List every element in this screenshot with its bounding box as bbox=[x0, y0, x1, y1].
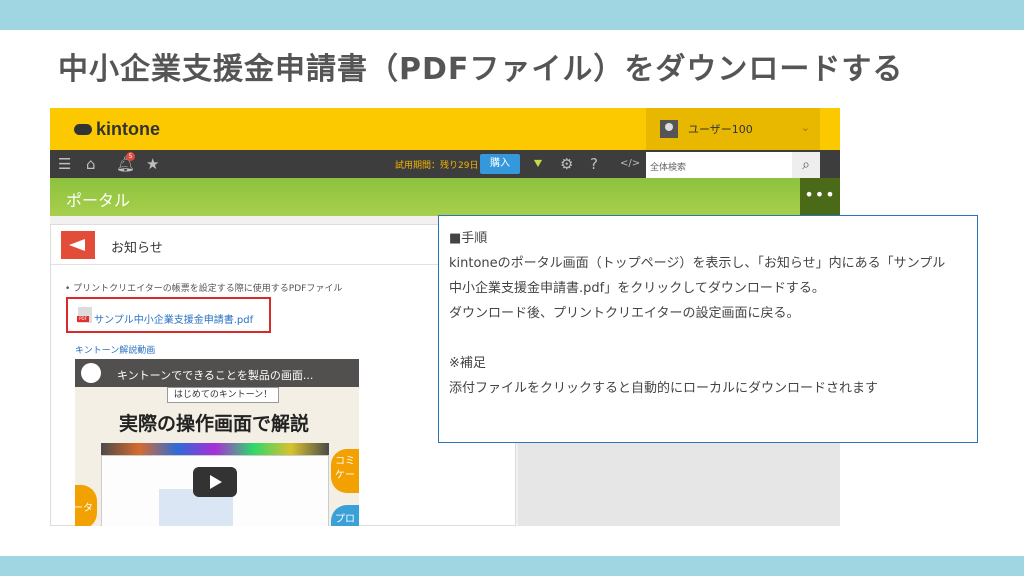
megaphone-icon bbox=[61, 231, 95, 259]
user-menu[interactable]: ユーザー100 ⌄ bbox=[646, 108, 820, 150]
callout-heading: ■手順 bbox=[449, 231, 488, 246]
play-icon[interactable] bbox=[193, 467, 237, 497]
trial-status: 試用期間：残り29日 bbox=[395, 161, 479, 171]
callout-line: kintoneのポータル画面（トップページ）を表示し、「お知らせ」内にある「サン… bbox=[449, 256, 946, 271]
news-title: お知らせ bbox=[111, 241, 163, 256]
kintone-logo[interactable]: kintone bbox=[74, 119, 160, 140]
slide-title: 中小企業支援金申請書（PDFファイル）をダウンロードする bbox=[58, 52, 904, 87]
channel-avatar bbox=[81, 363, 101, 383]
video-side-tag-left: ータ bbox=[75, 485, 97, 526]
home-icon[interactable]: ⌂ bbox=[86, 154, 96, 174]
video-title-bar: キントーンでできることを製品の画面... bbox=[75, 359, 359, 387]
video-subtitle: はじめてのキントーン！ bbox=[167, 387, 279, 403]
chevron-down-icon: ⌄ bbox=[800, 121, 810, 134]
video-title: キントーンでできることを製品の画面... bbox=[117, 369, 314, 382]
buy-button[interactable]: 購入 bbox=[480, 154, 520, 174]
star-icon[interactable]: ★ bbox=[146, 154, 159, 174]
kintone-header: kintone ユーザー100 ⌄ bbox=[50, 108, 840, 150]
portal-bar: ポータル ••• bbox=[50, 178, 840, 216]
video-link[interactable]: キントーン解説動画 bbox=[75, 343, 155, 356]
beginner-icon[interactable]: ⯆ bbox=[532, 154, 544, 174]
search-input[interactable]: 全体検索 bbox=[646, 152, 792, 178]
bottom-band bbox=[0, 556, 1024, 576]
notification-badge: 5 bbox=[126, 152, 135, 161]
portal-title: ポータル bbox=[66, 191, 131, 210]
help-icon[interactable]: ? bbox=[590, 154, 598, 174]
video-thumbnail-strip bbox=[101, 443, 329, 455]
top-band bbox=[0, 0, 1024, 30]
file-link[interactable]: サンプル中小企業支援金申請書.pdf bbox=[94, 311, 253, 326]
gear-icon[interactable]: ⚙ bbox=[560, 154, 573, 174]
menu-icon[interactable]: ☰ bbox=[58, 154, 71, 174]
cloud-icon bbox=[74, 124, 92, 135]
user-name: ユーザー100 bbox=[688, 123, 753, 136]
callout-spacer bbox=[449, 326, 967, 351]
callout-line: 中小企業支援金申請書.pdf」をクリックしてダウンロードする。 bbox=[449, 281, 825, 296]
avatar bbox=[660, 120, 678, 138]
video-player[interactable]: キントーンでできることを製品の画面... はじめてのキントーン！ 実際の操作画面… bbox=[75, 359, 359, 526]
file-highlight: PDF サンプル中小企業支援金申請書.pdf bbox=[66, 297, 271, 333]
news-bullet: • プリントクリエイターの帳票を設定する際に使用するPDFファイル bbox=[65, 284, 343, 294]
search-icon[interactable]: ⌕ bbox=[792, 152, 820, 178]
kintone-toolbar: ☰ ⌂ 🔔︎ 5 ★ 試用期間：残り29日 購入 ⯆ ⚙ ? </> 全体検索 … bbox=[50, 150, 840, 178]
video-side-tag: コミ ケー bbox=[331, 449, 359, 493]
callout-line: 添付ファイルをクリックすると自動的にローカルにダウンロードされます bbox=[449, 381, 879, 396]
logo-text: kintone bbox=[96, 119, 161, 139]
video-side-tag-2: プロセ 管 bbox=[331, 505, 359, 526]
callout-line: ダウンロード後、プリントクリエイターの設定画面に戻る。 bbox=[449, 306, 800, 321]
code-icon[interactable]: </> bbox=[620, 154, 640, 174]
more-options-button[interactable]: ••• bbox=[800, 178, 840, 216]
pdf-tag: PDF bbox=[77, 316, 89, 322]
callout-note-heading: ※補足 bbox=[449, 356, 486, 371]
instruction-callout: ■手順 kintoneのポータル画面（トップページ）を表示し、「お知らせ」内にあ… bbox=[438, 215, 978, 443]
video-headline: 実際の操作画面で解説 bbox=[119, 413, 310, 435]
